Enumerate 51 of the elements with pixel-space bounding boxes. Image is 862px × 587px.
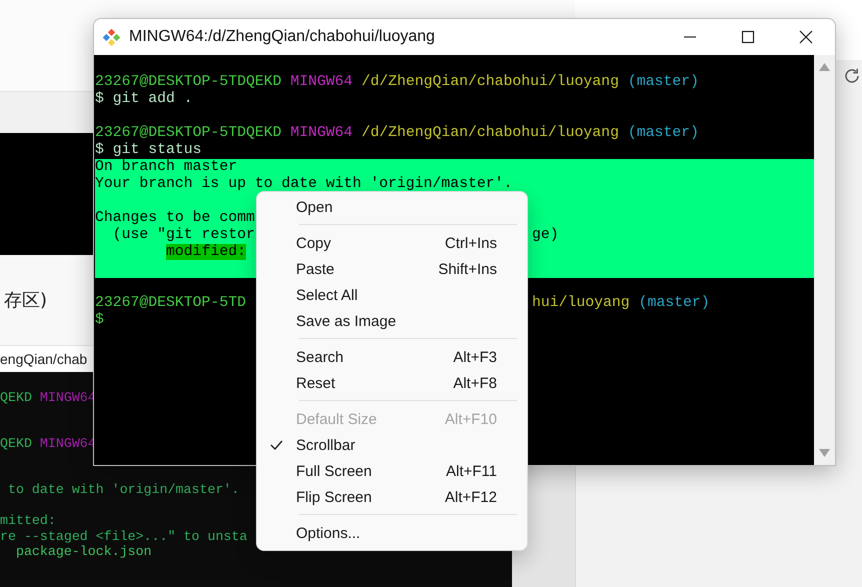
terminal-text: QEKD <box>0 390 32 405</box>
window-title: engQian/chab <box>0 351 88 367</box>
shortcut-text: Alt+F11 <box>446 462 497 480</box>
terminal-text: (master) <box>638 295 710 311</box>
terminal-text: $ git add . <box>95 91 193 107</box>
menu-item[interactable]: Scrollbar <box>257 432 527 458</box>
terminal-text: package-lock.json <box>16 544 152 559</box>
menu-item[interactable]: Select All <box>257 282 527 308</box>
terminal-text: re --staged <file>..." to unsta <box>0 528 248 544</box>
caption-text: 存区) <box>4 289 48 312</box>
terminal-text: modified: <box>166 244 246 260</box>
terminal-text: 23267@DESKTOP-5TDQEKD <box>95 125 282 141</box>
menu-item[interactable]: Full Screen Alt+F11 <box>257 458 527 484</box>
terminal-text: $ <box>95 312 104 328</box>
terminal-text: On branch master <box>95 159 238 175</box>
terminal-text: (master) <box>628 125 699 141</box>
terminal-text: Changes to be comm <box>95 210 255 226</box>
menu-item[interactable]: Copy Ctrl+Ins <box>257 230 527 256</box>
window-title: MINGW64:/d/ZhengQian/chabohui/luoyang <box>129 28 435 46</box>
app-logo-icon <box>103 28 120 46</box>
menu-item[interactable]: Open <box>257 194 527 220</box>
terminal-text: hui/luoyang <box>532 295 630 311</box>
terminal-text: (master) <box>628 74 699 90</box>
shortcut-text: Alt+F3 <box>453 348 497 366</box>
close-icon[interactable] <box>799 30 813 44</box>
shortcut-text: Alt+F8 <box>453 374 497 392</box>
terminal-text: /d/ZhengQian/chabohui/luoyang <box>361 125 619 141</box>
maximize-icon[interactable] <box>741 30 755 44</box>
shortcut-text: Alt+F10 <box>444 410 497 428</box>
terminal-text: MINGW64 <box>290 74 353 90</box>
shortcut-text: Alt+F12 <box>444 488 497 506</box>
terminal-text: to date with 'origin/master'. <box>8 482 240 498</box>
shortcut-text: Shift+Ins <box>438 260 497 278</box>
menu-item[interactable]: Options... <box>257 520 527 546</box>
terminal-text: (use "git restor <box>112 227 255 243</box>
menu-item[interactable]: Paste Shift+Ins <box>257 256 527 282</box>
menu-item[interactable]: Save as Image <box>257 308 527 334</box>
shortcut-text: Ctrl+Ins <box>444 234 497 252</box>
terminal-text: QEKD <box>0 436 32 452</box>
menu-item[interactable]: Flip Screen Alt+F12 <box>257 484 527 510</box>
terminal-text: MINGW64 <box>290 125 353 141</box>
terminal-text: 23267@DESKTOP-5TDQEKD <box>95 74 282 90</box>
terminal-text: ge) <box>532 227 559 243</box>
terminal-text: /d/ZhengQian/chabohui/luoyang <box>361 74 619 90</box>
menu-item[interactable]: Reset Alt+F8 <box>257 370 527 396</box>
terminal-text: 23267@DESKTOP-5TD <box>95 295 246 311</box>
refresh-icon[interactable] <box>843 67 861 85</box>
menu-item[interactable]: Search Alt+F3 <box>257 344 527 370</box>
terminal-text: mitted: <box>0 513 56 528</box>
terminal-text: $ git status <box>95 142 202 158</box>
terminal-text: Your branch is up to date with 'origin/master'. <box>95 176 512 192</box>
